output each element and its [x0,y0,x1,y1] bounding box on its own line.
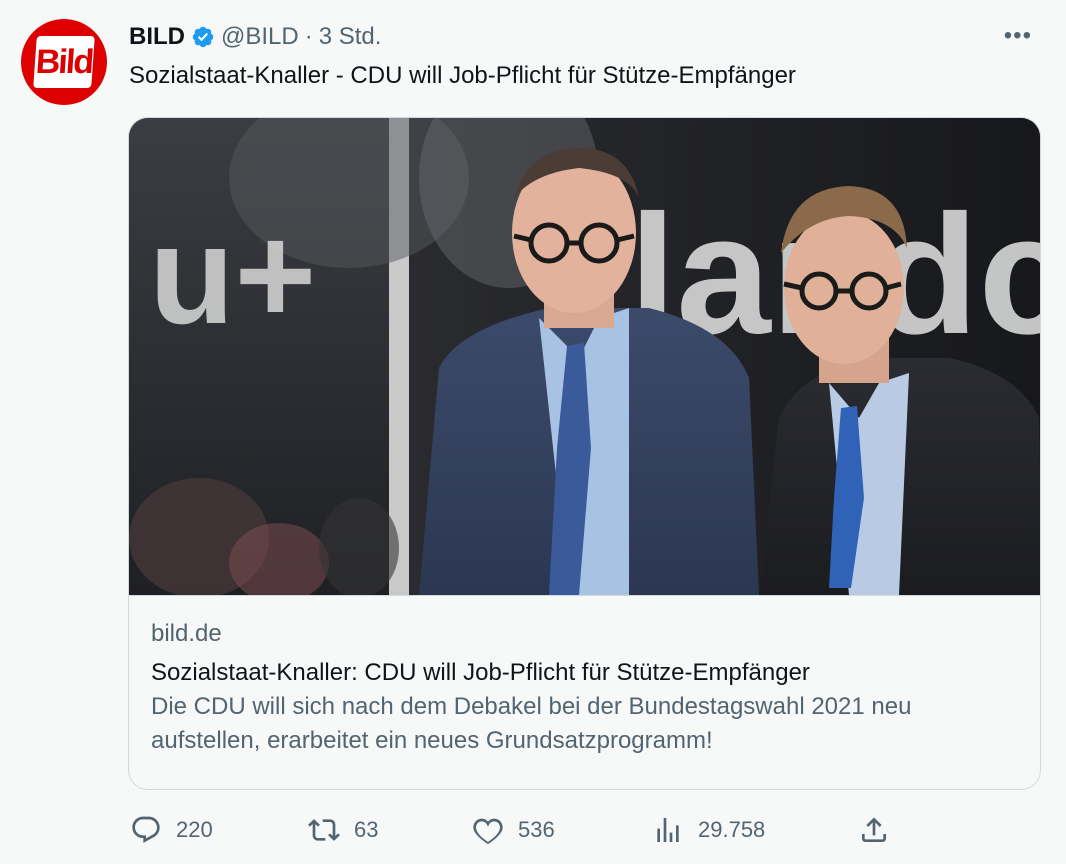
reply-icon [132,816,160,843]
bild-logo-text: Bild [34,43,94,81]
bild-logo: Bild [33,36,95,88]
retweet-button[interactable]: 63 [308,812,378,848]
account-name[interactable]: BILD [129,21,185,53]
tweet-text: Sozialstaat-Knaller - CDU will Job-Pflic… [129,62,796,89]
avatar[interactable]: Bild [21,19,107,105]
retweet-count: 63 [354,817,379,842]
account-handle[interactable]: @BILD [221,21,299,53]
tweet-time[interactable]: 3 Std. [319,21,382,53]
card-meta[interactable]: bild.de Sozialstaat-Knaller: CDU will Jo… [129,595,1040,789]
reply-count: 220 [176,817,213,842]
svg-text:u+: u+ [149,196,316,353]
separator-dot: · [304,23,313,50]
tweet-actions: 220 63 536 29.758 [0,812,1066,848]
views-count: 29.758 [698,817,766,842]
card-description: Die CDU will sich nach dem Debakel bei d… [151,693,912,754]
card-title: Sozialstaat-Knaller: CDU will Job-Pflich… [151,659,810,686]
views-button[interactable]: 29.758 [652,812,765,848]
verified-badge-icon[interactable] [191,25,215,49]
heart-icon [473,818,503,844]
link-card[interactable]: u+ landc [128,117,1041,790]
more-options-icon[interactable]: ••• [1004,22,1032,50]
share-icon [862,817,886,842]
card-image[interactable]: u+ landc [129,118,1040,595]
like-button[interactable]: 536 [472,812,555,848]
reply-button[interactable]: 220 [130,812,213,848]
card-domain: bild.de [151,620,222,647]
like-count: 536 [518,817,555,842]
card-photo: u+ landc [129,118,1040,595]
views-chart-icon [657,818,679,842]
tweet[interactable]: Bild BILD @BILD · 3 Std. ••• Sozialstaat… [0,0,1066,864]
tweet-header: BILD @BILD · 3 Std. [129,21,381,53]
share-button[interactable] [858,812,890,848]
retweet-icon [308,819,340,841]
